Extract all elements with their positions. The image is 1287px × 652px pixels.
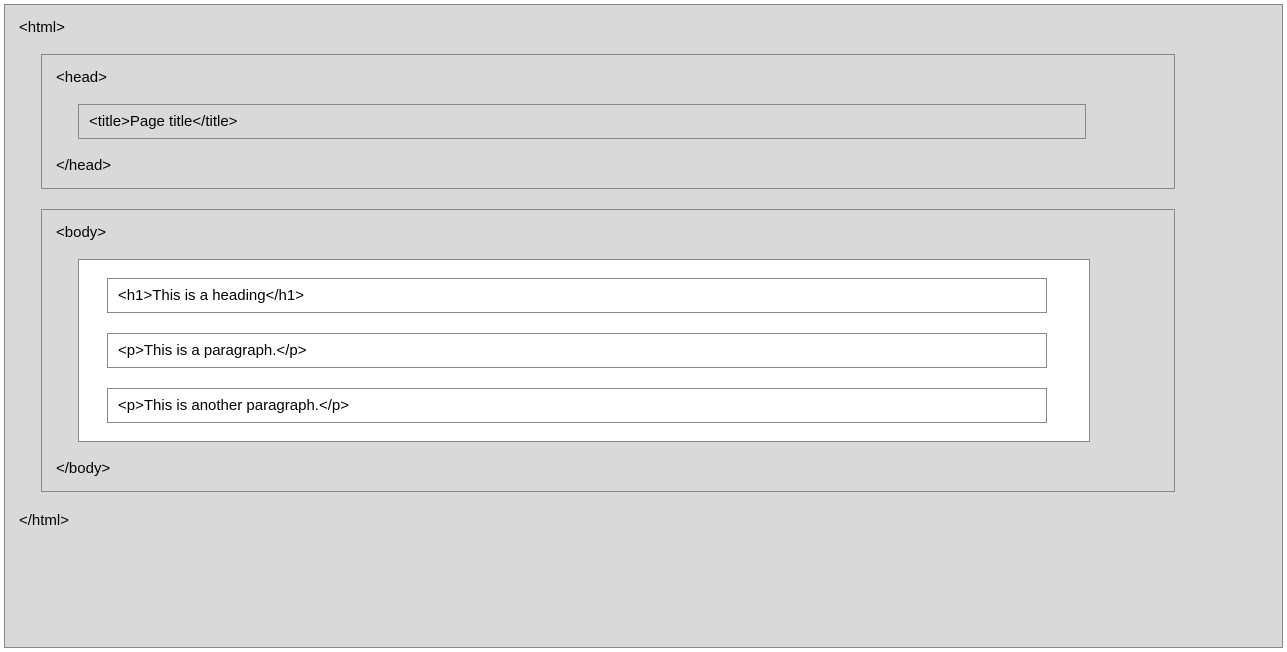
- html-element-box: <html> <head> <title>Page title</title> …: [4, 4, 1283, 648]
- p2-element-box: <p>This is another paragraph.</p>: [107, 388, 1047, 423]
- body-content-box: <h1>This is a heading</h1> <p>This is a …: [78, 259, 1090, 442]
- p2-element-text: <p>This is another paragraph.</p>: [118, 397, 349, 414]
- body-element-box: <body> <h1>This is a heading</h1> <p>Thi…: [41, 209, 1175, 492]
- html-open-tag: <html>: [19, 19, 1272, 36]
- html-close-tag: </html>: [19, 512, 1272, 529]
- title-element-box: <title>Page title</title>: [78, 104, 1086, 139]
- body-close-tag: </body>: [56, 460, 1164, 477]
- p1-element-text: <p>This is a paragraph.</p>: [118, 342, 306, 359]
- title-element-text: <title>Page title</title>: [89, 113, 237, 130]
- h1-element-text: <h1>This is a heading</h1>: [118, 287, 304, 304]
- head-open-tag: <head>: [56, 69, 1164, 86]
- p1-element-box: <p>This is a paragraph.</p>: [107, 333, 1047, 368]
- h1-element-box: <h1>This is a heading</h1>: [107, 278, 1047, 313]
- head-element-box: <head> <title>Page title</title> </head>: [41, 54, 1175, 189]
- head-close-tag: </head>: [56, 157, 1164, 174]
- body-open-tag: <body>: [56, 224, 1164, 241]
